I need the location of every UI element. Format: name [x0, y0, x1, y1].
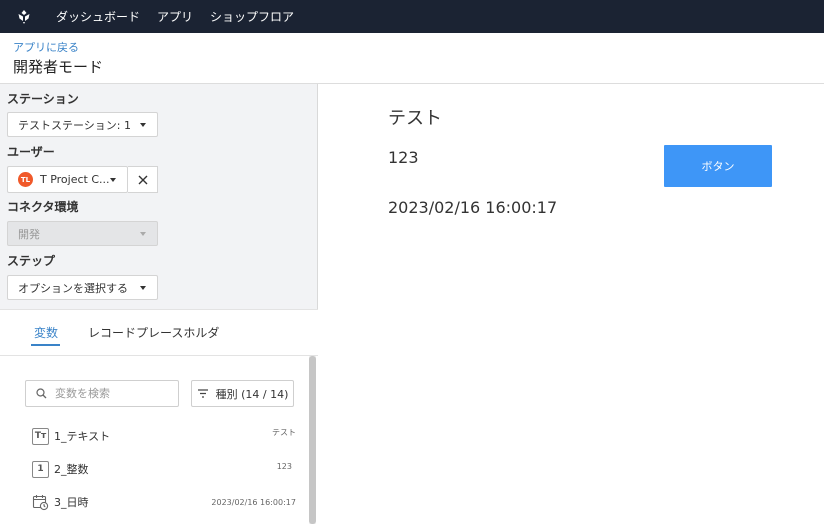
chevron-down-icon [140, 286, 146, 290]
tab-record-placeholders[interactable]: レコードプレースホルダ [88, 324, 219, 341]
list-item[interactable]: 1 2_整数 123 [32, 459, 296, 479]
user-select[interactable]: TL T Project C... [7, 166, 128, 193]
top-navigation-bar: ダッシュボード アプリ ショップフロア [0, 0, 824, 33]
station-select-value: テストステーション: 1 [18, 118, 131, 132]
text-widget: テスト [388, 108, 442, 129]
scrollbar[interactable] [309, 356, 316, 524]
number-widget: 123 [388, 148, 419, 167]
type-filter-label: 種別 (14 / 14) [215, 387, 289, 401]
datetime-type-icon [32, 493, 49, 511]
variable-value: 123 [276, 461, 292, 471]
tulip-logo-icon[interactable] [16, 9, 32, 25]
step-select[interactable]: オプションを選択する [7, 275, 158, 300]
number-type-icon: 1 [32, 460, 49, 478]
list-item[interactable]: Tт 1_テキスト テスト [32, 426, 296, 446]
variable-search[interactable] [25, 380, 179, 407]
active-tab-indicator [31, 344, 60, 346]
nav-apps[interactable]: アプリ [157, 8, 193, 25]
datetime-widget: 2023/02/16 16:00:17 [388, 198, 558, 217]
station-label: ステーション [7, 92, 79, 106]
chevron-down-icon [110, 178, 116, 182]
connector-environment-select: 開発 [7, 221, 158, 246]
variable-value: テスト [272, 427, 296, 437]
variables-panel: 変数 レコードプレースホルダ 種別 (14 / 14) Tт 1_テキスト テス… [0, 309, 318, 524]
chevron-down-icon [140, 232, 146, 236]
app-button[interactable]: ボタン [664, 145, 772, 187]
back-to-apps-link[interactable]: アプリに戻る [13, 39, 79, 55]
search-icon [36, 388, 47, 399]
step-label: ステップ [7, 254, 56, 268]
text-type-icon: Tт [32, 427, 49, 445]
tab-variables[interactable]: 変数 [34, 324, 58, 341]
scrollbar-thumb[interactable] [309, 356, 316, 524]
variable-name: 2_整数 [54, 463, 89, 476]
tabs-divider [0, 355, 318, 356]
connector-environment-value: 開発 [18, 227, 40, 241]
variable-value: 2023/02/16 16:00:17 [211, 497, 296, 507]
avatar: TL [18, 172, 33, 187]
filter-icon [197, 389, 208, 398]
clear-user-button[interactable] [128, 166, 158, 193]
user-select-value: T Project C... [40, 173, 110, 186]
type-filter-button[interactable]: 種別 (14 / 14) [191, 380, 294, 407]
list-item[interactable]: 3_日時 2023/02/16 16:00:17 [32, 492, 296, 512]
step-select-value: オプションを選択する [18, 281, 128, 295]
close-icon [138, 175, 147, 184]
search-input[interactable] [55, 387, 165, 400]
variable-name: 1_テキスト [54, 430, 111, 443]
page-header: アプリに戻る 開発者モード [0, 33, 824, 84]
user-label: ユーザー [7, 145, 55, 159]
developer-sidebar: ステーション テストステーション: 1 ユーザー TL T Project C.… [0, 84, 318, 524]
nav-dashboard[interactable]: ダッシュボード [56, 8, 140, 25]
page-title: 開発者モード [13, 58, 104, 76]
app-preview-canvas: テスト 123 2023/02/16 16:00:17 ボタン [319, 84, 824, 523]
connector-environment-label: コネクタ環境 [7, 200, 79, 214]
nav-shop-floor[interactable]: ショップフロア [210, 8, 294, 25]
station-select[interactable]: テストステーション: 1 [7, 112, 158, 137]
variable-name: 3_日時 [54, 496, 89, 509]
chevron-down-icon [140, 123, 146, 127]
